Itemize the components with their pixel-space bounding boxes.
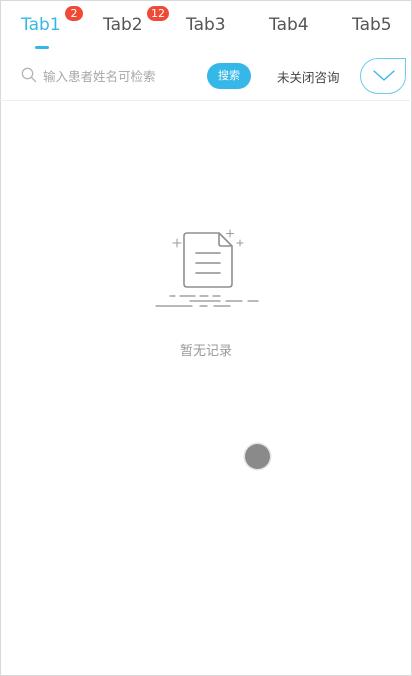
screen-frame (0, 0, 412, 676)
tab-4[interactable]: Tab4 (269, 14, 309, 36)
tab-4-label: Tab4 (269, 15, 309, 35)
search-button[interactable]: 搜索 (207, 63, 251, 89)
filter-selected-label[interactable]: 未关闭咨询 (277, 67, 340, 86)
tab-3[interactable]: Tab3 (186, 14, 226, 36)
floating-dot[interactable] (245, 444, 270, 469)
tab-1-label: Tab1 (21, 15, 61, 35)
tab-5-label: Tab5 (352, 15, 392, 35)
tab-2-label: Tab2 (103, 15, 143, 35)
search-row: 搜索 未关闭咨询 (0, 57, 412, 101)
active-tab-indicator (35, 46, 49, 49)
tab-3-label: Tab3 (186, 15, 226, 35)
tab-bar: Tab1 2 Tab2 12 Tab3 Tab4 Tab5 (0, 0, 412, 50)
filter-dropdown-button[interactable] (360, 58, 406, 94)
empty-document-icon (150, 226, 265, 316)
tab-5[interactable]: Tab5 (352, 14, 392, 36)
divider (0, 100, 412, 101)
tab-2-badge: 12 (147, 6, 169, 21)
search-icon (21, 67, 37, 83)
tab-2[interactable]: Tab2 (103, 14, 143, 36)
search-input[interactable] (43, 65, 198, 87)
tab-1-badge: 2 (65, 6, 83, 21)
tab-1[interactable]: Tab1 (21, 14, 61, 36)
empty-state-message: 暂无记录 (179, 344, 232, 359)
chevron-down-icon (373, 70, 395, 81)
